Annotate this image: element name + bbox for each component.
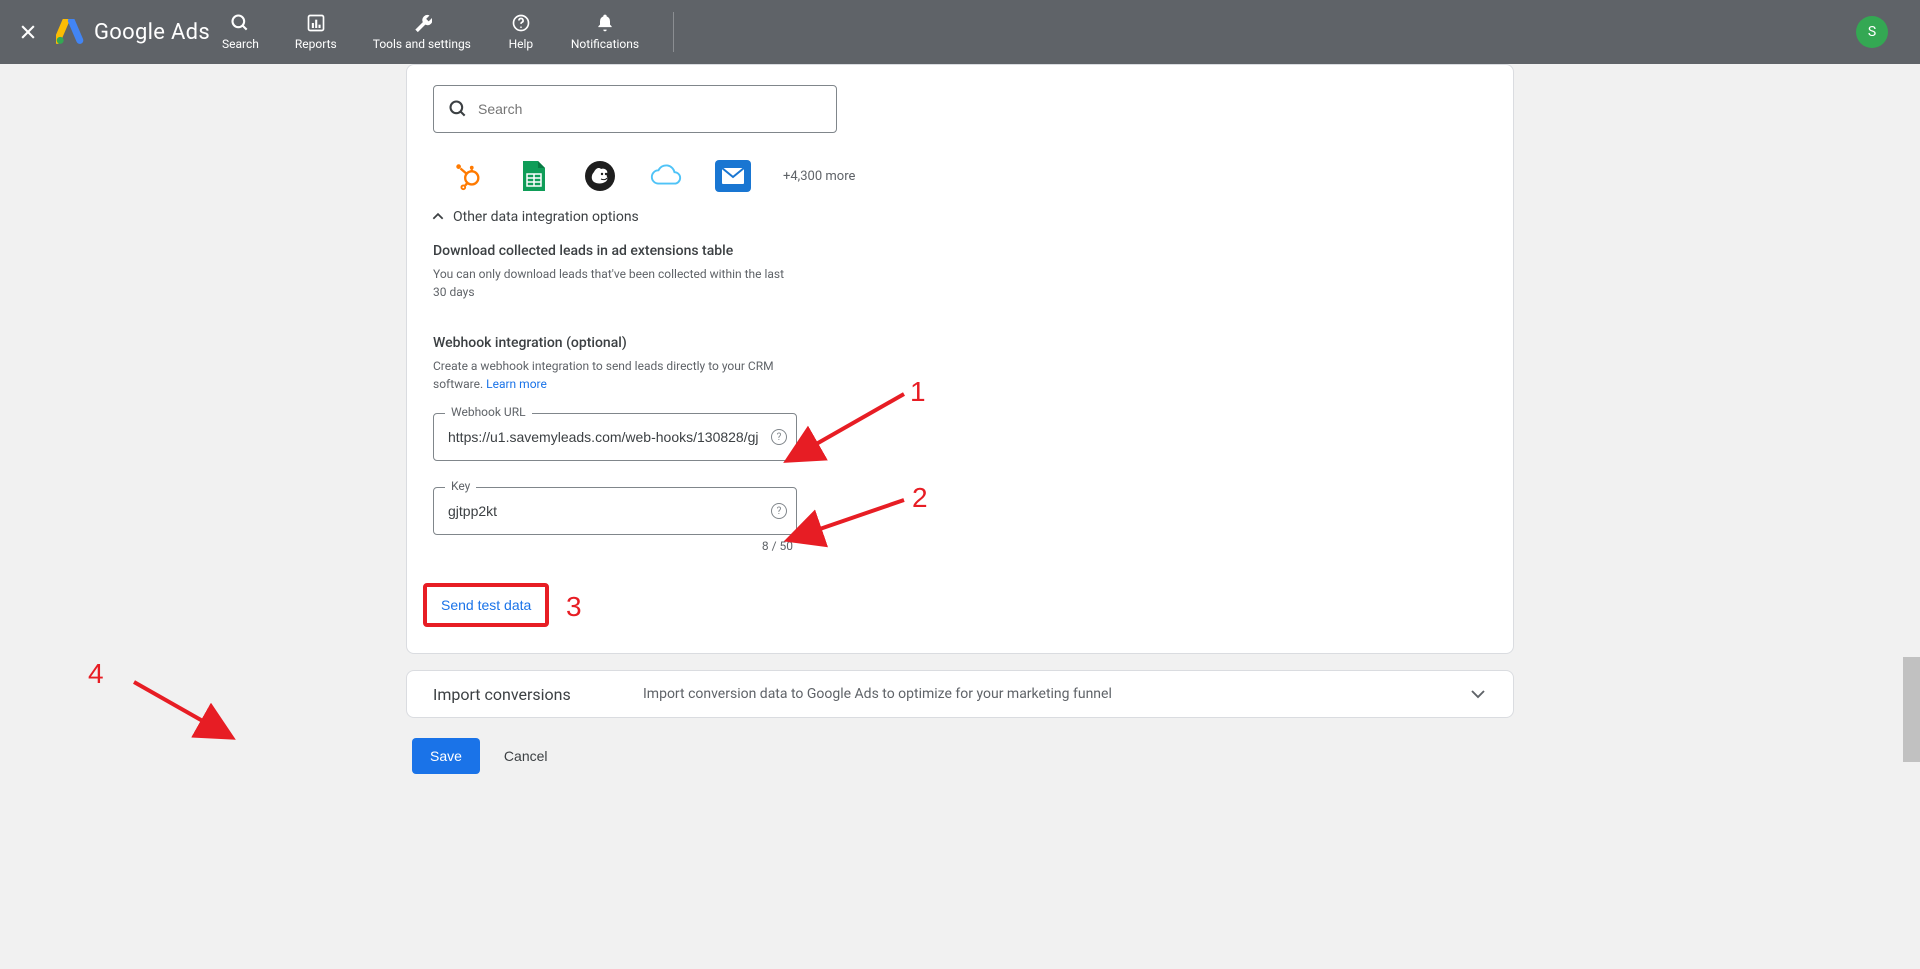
scrollbar-thumb[interactable] <box>1903 657 1920 762</box>
nav-help[interactable]: Help <box>495 9 547 55</box>
ads-logo-icon <box>56 19 84 45</box>
bell-icon <box>595 13 615 33</box>
top-bar: Google Ads Search Reports Tools and sett… <box>0 0 1920 64</box>
scrollbar-track <box>1903 64 1920 969</box>
account-avatar[interactable]: S <box>1856 16 1888 48</box>
reports-icon <box>306 13 326 33</box>
search-icon <box>230 13 250 33</box>
nav-tools[interactable]: Tools and settings <box>361 9 483 55</box>
nav-separator <box>673 12 674 52</box>
nav-notifications[interactable]: Notifications <box>559 9 651 55</box>
help-icon <box>511 13 531 33</box>
nav-search[interactable]: Search <box>210 9 271 55</box>
nav-reports[interactable]: Reports <box>283 9 349 55</box>
product-name: Google Ads <box>94 20 210 45</box>
close-icon[interactable] <box>16 20 40 44</box>
product-logo[interactable]: Google Ads <box>56 19 210 45</box>
tools-icon <box>412 13 432 33</box>
annotation-arrows <box>406 64 1514 824</box>
